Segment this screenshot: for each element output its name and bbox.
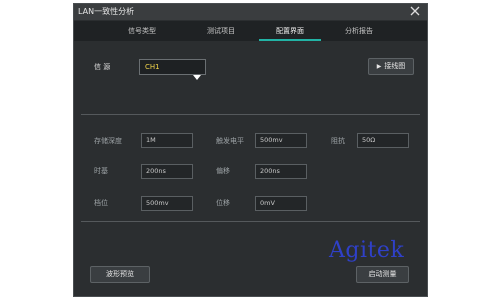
tab-analysis-report[interactable]: 分析报告 — [324, 21, 394, 41]
window-title: LAN一致性分析 — [78, 7, 135, 16]
waveform-preview-button[interactable]: 波形预览 — [90, 266, 150, 283]
storage-depth-label: 存储深度 — [94, 137, 122, 145]
trigger-level-field[interactable]: 500mv — [255, 133, 307, 148]
offset-field[interactable]: 200ns — [255, 164, 307, 179]
title-bar: LAN一致性分析 — [74, 4, 427, 20]
impedance-field[interactable]: 50Ω — [357, 133, 409, 148]
wiring-diagram-button[interactable]: ▶ 接线图 — [368, 58, 414, 75]
timebase-field[interactable]: 200ns — [141, 164, 193, 179]
source-value: CH1 — [145, 63, 160, 71]
trigger-level-label: 触发电平 — [216, 137, 244, 145]
timebase-label: 时基 — [94, 167, 108, 175]
chevron-down-icon — [193, 65, 201, 84]
scale-field[interactable]: 500mv — [141, 196, 193, 211]
divider-top — [81, 114, 420, 115]
divider-bottom — [81, 221, 420, 222]
scale-label: 档位 — [94, 199, 108, 207]
close-icon[interactable] — [410, 4, 422, 20]
play-icon: ▶ — [376, 63, 382, 70]
tab-signal-type[interactable]: 信号类型 — [107, 21, 177, 41]
storage-depth-field[interactable]: 1M — [141, 133, 193, 148]
impedance-label: 阻抗 — [331, 137, 345, 145]
tab-bar: 信号类型 测试项目 配置界面 分析报告 — [74, 21, 427, 41]
agitek-watermark: Agitek — [329, 238, 405, 263]
tab-test-items[interactable]: 测试项目 — [186, 21, 256, 41]
tab-config[interactable]: 配置界面 — [255, 21, 325, 41]
start-measurement-button[interactable]: 启动测量 — [356, 266, 409, 283]
source-label: 信 源 — [94, 63, 111, 71]
offset-label: 偏移 — [216, 167, 230, 175]
shift-field[interactable]: 0mV — [255, 196, 307, 211]
source-select[interactable]: CH1 — [139, 59, 206, 80]
shift-label: 位移 — [216, 199, 230, 207]
